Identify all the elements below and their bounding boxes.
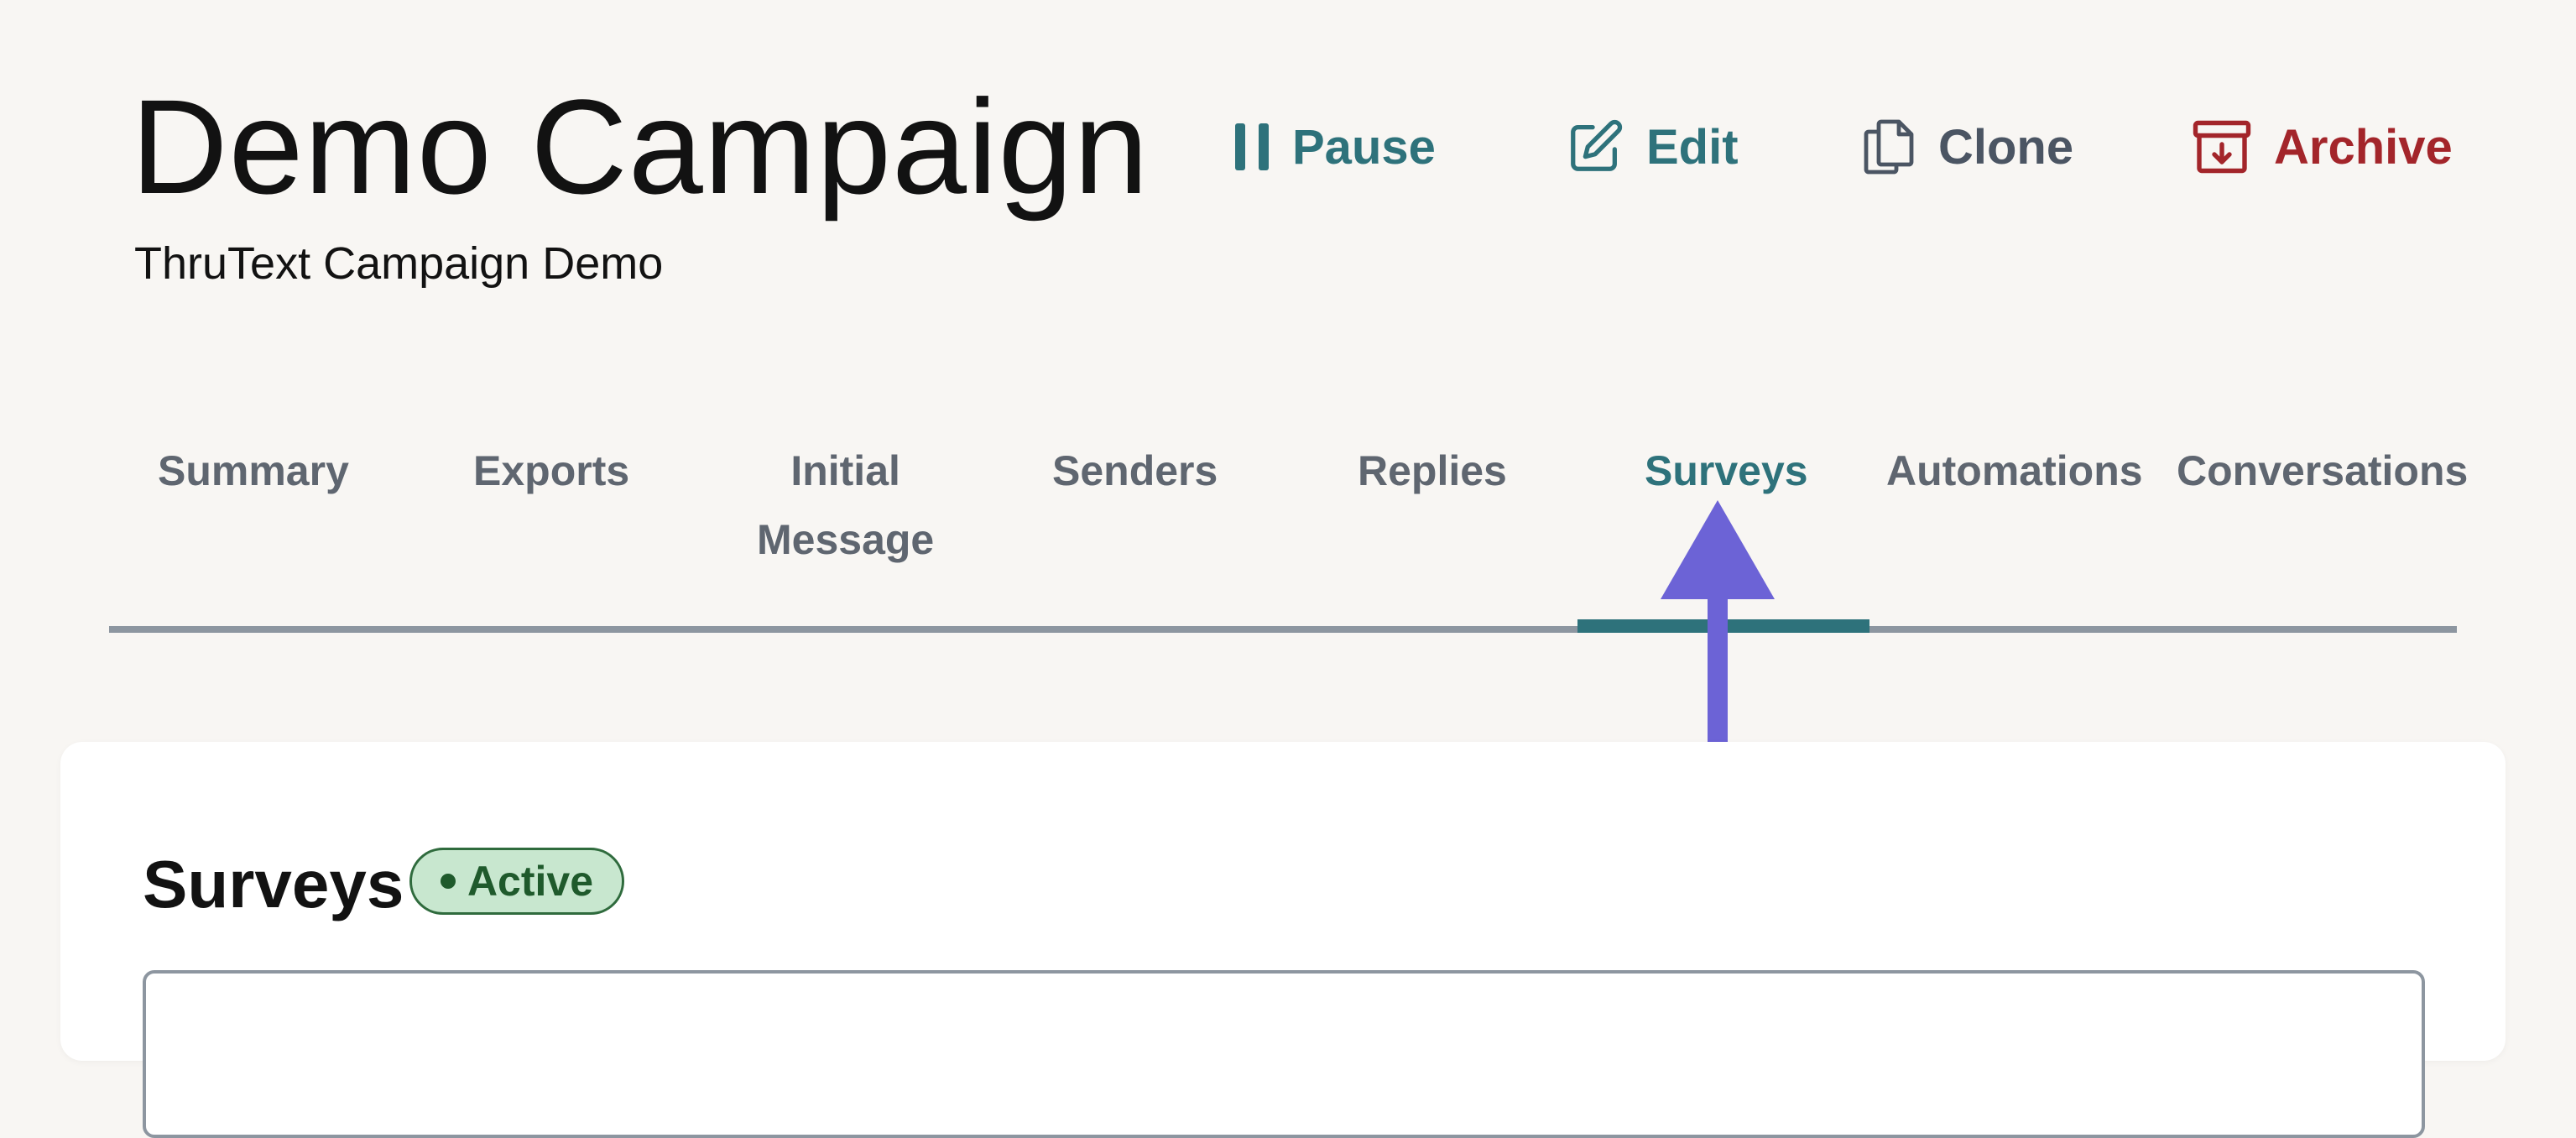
- pause-label: Pause: [1292, 119, 1436, 175]
- pause-icon: [1235, 123, 1269, 170]
- status-label: Active: [467, 858, 594, 905]
- survey-panel: [143, 970, 2425, 1138]
- clone-button[interactable]: Clone: [1861, 109, 2073, 185]
- tab-senders[interactable]: Senders: [1052, 436, 1218, 505]
- archive-button[interactable]: Archive: [2192, 109, 2453, 185]
- archive-label: Archive: [2274, 119, 2453, 175]
- edit-icon: [1571, 119, 1623, 171]
- tab-initial-message-line2: Message: [757, 516, 935, 563]
- annotation-arrow-icon: [1661, 500, 1775, 750]
- tab-bar-divider: [109, 626, 2457, 633]
- status-dot-icon: [440, 874, 456, 889]
- edit-button[interactable]: Edit: [1566, 109, 1739, 185]
- page-subtitle: ThruText Campaign Demo: [134, 238, 664, 289]
- tab-conversations[interactable]: Conversations: [2177, 436, 2468, 505]
- page-title: Demo Campaign: [131, 71, 1150, 222]
- tab-summary[interactable]: Summary: [158, 436, 349, 505]
- pause-button[interactable]: Pause: [1233, 109, 1436, 185]
- campaign-tabs: Summary Exports Initial Message Senders …: [109, 436, 2468, 638]
- tab-replies[interactable]: Replies: [1358, 436, 1507, 505]
- edit-label: Edit: [1646, 119, 1739, 175]
- surveys-card: Surveys Active: [60, 742, 2506, 1138]
- tab-initial-message-line1: Initial: [790, 447, 900, 494]
- archive-icon: [2193, 120, 2251, 174]
- tab-automations[interactable]: Automations: [1886, 436, 2143, 505]
- tab-exports[interactable]: Exports: [473, 436, 629, 505]
- tab-initial-message[interactable]: Initial Message: [757, 436, 934, 574]
- tab-surveys[interactable]: Surveys: [1645, 436, 1808, 505]
- status-badge: Active: [409, 848, 624, 915]
- clone-icon: [1864, 119, 1914, 175]
- surveys-section-title: Surveys: [143, 847, 404, 921]
- clone-label: Clone: [1938, 119, 2074, 175]
